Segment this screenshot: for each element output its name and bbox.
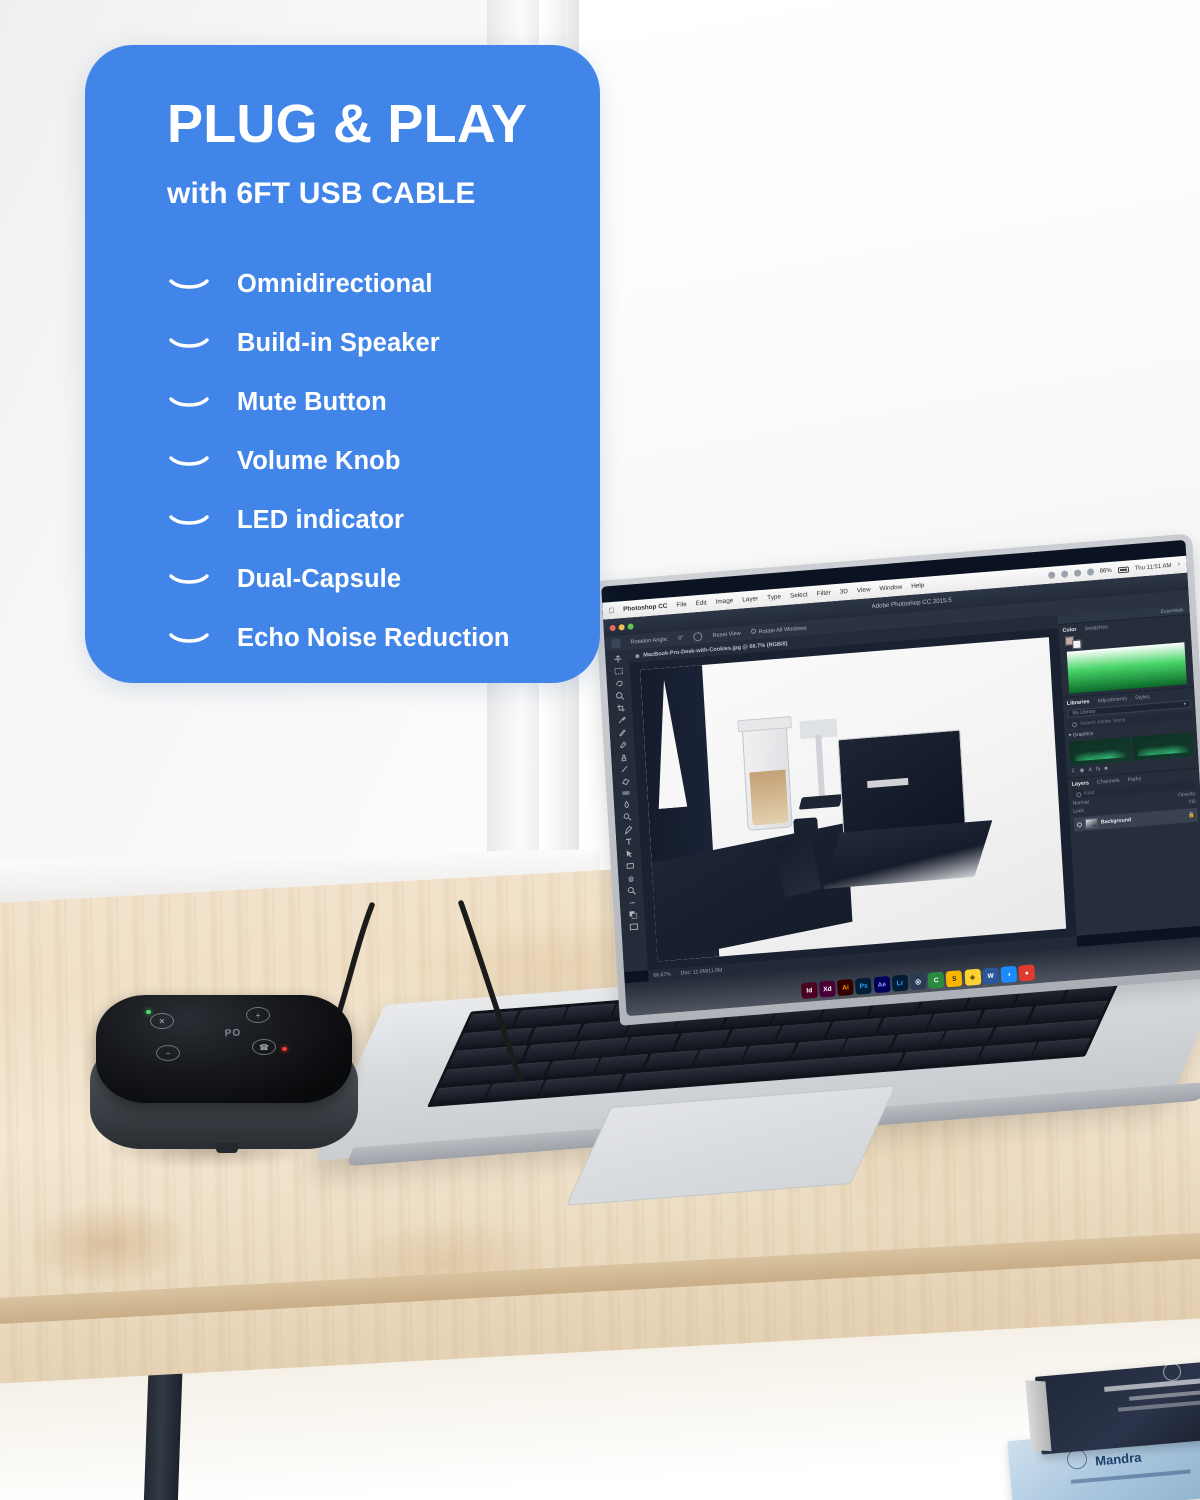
promo-card: PLUG & PLAY with 6FT USB CABLE Omnidirec… — [85, 45, 600, 683]
book-subtitle-line — [1129, 1389, 1200, 1401]
volume-up-button[interactable]: + — [246, 1007, 270, 1023]
list-item: Omnidirectional — [167, 255, 600, 314]
book-title: Mandra — [1094, 1449, 1142, 1469]
device-top-surface: ✕ + − ☎ PO — [96, 995, 352, 1103]
list-item — [1025, 1359, 1200, 1455]
page-title: PLUG & PLAY — [167, 94, 528, 154]
mute-button[interactable]: ✕ — [150, 1013, 174, 1029]
curved-dash-icon — [167, 334, 211, 354]
list-item: Volume Knob — [167, 432, 600, 491]
feature-list: Omnidirectional Build-in Speaker Mute Bu… — [85, 255, 600, 668]
list-item: Mute Button — [167, 373, 600, 432]
volume-down-button[interactable]: − — [156, 1045, 180, 1061]
list-item: Build-in Speaker — [167, 314, 600, 373]
feature-label: Volume Knob — [237, 447, 401, 475]
feature-label: Build-in Speaker — [237, 329, 440, 357]
feature-label: Omnidirectional — [237, 270, 433, 298]
device-usb-port — [216, 1143, 238, 1153]
usb-conference-speakerphone[interactable]: ✕ + − ☎ PO — [88, 995, 366, 1160]
feature-label: Echo Noise Reduction — [237, 624, 510, 652]
curved-dash-icon — [167, 629, 211, 649]
feature-label: LED indicator — [237, 506, 405, 534]
feature-label: Dual-Capsule — [237, 565, 402, 593]
led-green-indicator — [146, 1010, 151, 1014]
list-item: Echo Noise Reduction — [167, 609, 600, 668]
page-subtitle: with 6FT USB CABLE — [167, 177, 476, 210]
call-button[interactable]: ☎ — [252, 1039, 276, 1055]
curved-dash-icon — [167, 511, 211, 531]
curved-dash-icon — [167, 452, 211, 472]
book-title-line — [1104, 1377, 1200, 1392]
led-red-indicator — [282, 1047, 287, 1051]
curved-dash-icon — [167, 393, 211, 413]
list-item: LED indicator — [167, 491, 600, 550]
curved-dash-icon — [167, 570, 211, 590]
book-subtitle-line — [1070, 1469, 1191, 1484]
book-author-line — [1117, 1399, 1200, 1412]
curved-dash-icon — [167, 275, 211, 295]
book-seal-icon — [1162, 1362, 1182, 1382]
feature-label: Mute Button — [237, 388, 387, 416]
list-item: Dual-Capsule — [167, 550, 600, 609]
product-lifestyle-image:  Photoshop CC File Edit Image Layer Typ… — [0, 0, 1200, 1500]
